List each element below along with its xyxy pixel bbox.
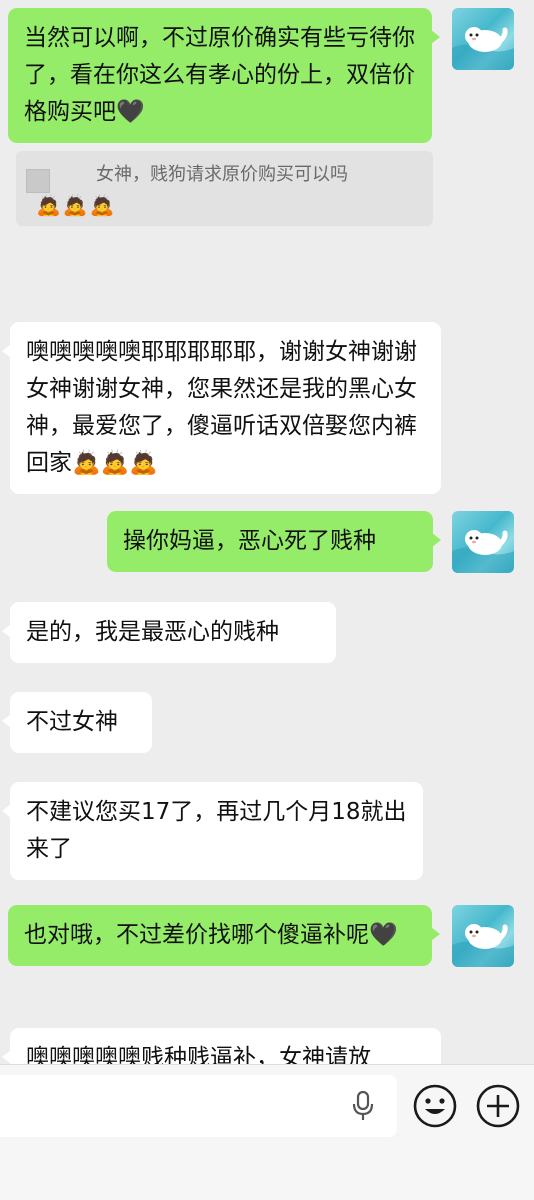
message-text: 当然可以啊，不过原价确实有些亏待你了，看在你这么有孝心的份上，双倍价格购买吧🖤: [24, 25, 415, 125]
quote-emojis: 🙇🙇🙇: [36, 193, 117, 217]
quote-thumbnail: [26, 169, 50, 193]
my-avatar[interactable]: [452, 905, 514, 967]
message-received[interactable]: 噢噢噢噢噢贱种贱逼补，女神请放: [2, 1028, 441, 1064]
message-text: 是的，我是最恶心的贱种: [26, 619, 279, 645]
add-plus-icon[interactable]: [475, 1083, 521, 1129]
my-avatar[interactable]: [452, 8, 514, 70]
message-text: 不过女神: [26, 709, 118, 735]
input-bar: [0, 1064, 534, 1200]
message-text: 不建议您买17了，再过几个月18就出来了: [26, 799, 407, 862]
message-input[interactable]: [0, 1075, 397, 1137]
message-text: 噢噢噢噢噢耶耶耶耶耶，谢谢女神谢谢女神谢谢女神，您果然还是我的黑心女神，最爱您了…: [26, 339, 417, 476]
emoji-smile-icon[interactable]: [412, 1083, 458, 1129]
message-received[interactable]: 不建议您买17了，再过几个月18就出来了: [2, 782, 423, 880]
message-sent[interactable]: 也对哦，不过差价找哪个傻逼补呢🖤: [8, 905, 440, 966]
quote-text: 女神，贱狗请求原价购买可以吗: [96, 164, 348, 185]
message-sent[interactable]: 当然可以啊，不过原价确实有些亏待你了，看在你这么有孝心的份上，双倍价格购买吧🖤: [8, 8, 440, 143]
message-received[interactable]: 噢噢噢噢噢耶耶耶耶耶，谢谢女神谢谢女神谢谢女神，您果然还是我的黑心女神，最爱您了…: [2, 322, 441, 494]
message-received[interactable]: 是的，我是最恶心的贱种: [2, 602, 336, 663]
avatar-seal-icon: [452, 924, 514, 967]
message-sent[interactable]: 操你妈逼，恶心死了贱种: [107, 511, 441, 572]
avatar-seal-icon: [452, 530, 514, 573]
mic-icon[interactable]: [348, 1089, 378, 1123]
message-text: 也对哦，不过差价找哪个傻逼补呢🖤: [24, 922, 398, 948]
chat-area[interactable]: 当然可以啊，不过原价确实有些亏待你了，看在你这么有孝心的份上，双倍价格购买吧🖤 …: [0, 0, 534, 1064]
message-text: 噢噢噢噢噢贱种贱逼补，女神请放: [26, 1045, 371, 1064]
quoted-message[interactable]: 女神，贱狗请求原价购买可以吗 🙇🙇🙇: [16, 151, 433, 226]
message-received[interactable]: 不过女神: [2, 692, 152, 753]
my-avatar[interactable]: [452, 511, 514, 573]
avatar-seal-icon: [452, 27, 514, 70]
message-text: 操你妈逼，恶心死了贱种: [123, 528, 376, 554]
